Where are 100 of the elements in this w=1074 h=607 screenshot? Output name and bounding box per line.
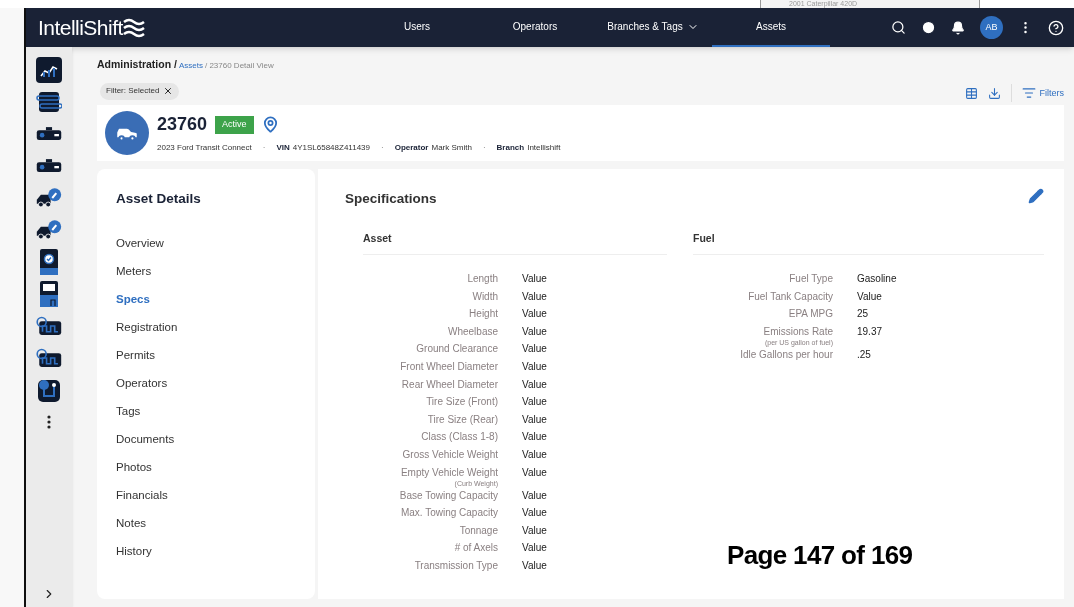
separator-dot: ·: [262, 142, 266, 155]
spec-label: # of Axels: [454, 541, 498, 555]
spec-label: Tonnage: [459, 523, 498, 537]
specifications-title: Specifications: [345, 189, 437, 208]
truck-wrench-icon: [36, 186, 62, 210]
rail-button[interactable]: [36, 89, 62, 115]
spec-value: Value: [522, 272, 547, 285]
dashcam-icon: [36, 125, 62, 143]
field-value: 4Y1SL65848Z411439: [292, 142, 370, 155]
details-nav-item[interactable]: History: [116, 543, 315, 560]
spec-value: Value: [857, 289, 882, 303]
sensor-icon: [36, 346, 62, 370]
logo-text: IntelliShift: [38, 14, 123, 41]
spec-value: Value: [522, 447, 547, 461]
spec-label: Empty Vehicle Weight: [400, 465, 498, 479]
breadcrumb-link[interactable]: Assets: [178, 60, 203, 72]
nav-tab[interactable]: Branches & Tags: [594, 8, 712, 47]
dashcam-icon: [36, 157, 62, 175]
field-label: Branch: [496, 142, 525, 155]
details-nav-item[interactable]: Notes: [116, 515, 315, 532]
spec-label: Tire Size (Front): [426, 395, 498, 409]
device-icon: [39, 280, 59, 308]
details-nav-item[interactable]: Operators: [116, 375, 315, 392]
spec-label: Front Wheel Diameter: [400, 359, 498, 373]
details-nav-item[interactable]: Registration: [116, 319, 315, 336]
details-nav-item[interactable]: Tags: [116, 403, 315, 420]
nav-tab[interactable]: Users: [358, 8, 476, 47]
spec-value: Value: [522, 359, 547, 373]
spec-value: Value: [522, 412, 547, 426]
search-icon[interactable]: [891, 20, 906, 35]
spec-label: Ground Clearance: [416, 342, 498, 356]
details-nav-title: Asset Details: [116, 189, 202, 208]
spec-value: 19.37: [857, 324, 883, 338]
spec-label: Fuel Type: [789, 272, 833, 285]
section-title: Asset: [363, 232, 392, 244]
breadcrumb-current: / 23760 Detail View: [204, 60, 274, 72]
page-number: Page 147 of 169: [727, 539, 913, 572]
separator-dot: ·: [482, 142, 486, 155]
route-icon: [36, 377, 62, 403]
spec-value: .25: [857, 347, 871, 361]
filter-icon: [1021, 86, 1036, 101]
tablet-check-icon: [39, 248, 59, 276]
spec-value: Value: [522, 307, 547, 321]
edit-icon[interactable]: [1028, 187, 1044, 204]
rail-button[interactable]: [36, 377, 62, 403]
spec-label: Transmission Type: [414, 558, 498, 572]
spec-label: Tire Size (Rear): [427, 412, 498, 426]
spec-value: 25: [857, 307, 869, 321]
separator-dot: ·: [381, 142, 384, 155]
status-badge: Active: [215, 116, 254, 134]
nav-tab[interactable]: Operators: [476, 8, 594, 47]
more-icon: [47, 415, 51, 429]
spec-label: Fuel Tank Capacity: [748, 289, 833, 303]
spec-value: Value: [522, 558, 547, 572]
spec-label: Max. Towing Capacity: [400, 506, 498, 520]
table-icon[interactable]: [964, 86, 978, 100]
rail-button[interactable]: [36, 57, 62, 83]
details-nav-item[interactable]: Financials: [116, 487, 315, 504]
download-icon[interactable]: [987, 86, 1001, 100]
spec-value: Value: [522, 289, 547, 303]
details-nav-item[interactable]: Permits: [116, 347, 315, 364]
spec-label: Width: [472, 289, 498, 303]
sensor-icon: [36, 314, 62, 338]
details-nav-item[interactable]: Specs: [116, 291, 315, 308]
help-icon[interactable]: [1048, 19, 1064, 36]
spec-value: Value: [522, 506, 547, 520]
spec-value: Value: [522, 488, 547, 502]
rail-button[interactable]: [36, 185, 62, 211]
filter-chip-label: Filter: Selected: [106, 85, 160, 98]
filters-button[interactable]: Filters: [1021, 86, 1064, 101]
spec-value: Value: [522, 430, 547, 444]
close-icon[interactable]: [163, 86, 174, 97]
details-nav-item[interactable]: Documents: [116, 431, 315, 448]
spec-label: Height: [469, 307, 498, 321]
spec-label: Base Towing Capacity: [399, 488, 498, 502]
sliders-icon: [36, 90, 62, 114]
spec-label: Gross Vehicle Weight: [402, 447, 498, 461]
user-avatar[interactable]: AB: [980, 16, 1003, 39]
spec-label: Wheelbase: [447, 324, 498, 338]
details-nav-item[interactable]: Overview: [116, 235, 315, 252]
details-nav-item[interactable]: Meters: [116, 263, 315, 280]
bell-icon[interactable]: [951, 20, 965, 35]
location-pin-icon[interactable]: [261, 116, 279, 134]
spec-label: Emissions Rate: [763, 324, 833, 338]
asset-number: 23760: [157, 113, 208, 137]
rail-button[interactable]: [36, 217, 62, 243]
spec-value: Value: [522, 395, 547, 409]
field-value: Intellishift: [527, 142, 561, 155]
filter-chip[interactable]: Filter: Selected: [100, 82, 180, 100]
truck-wrench-icon: [36, 218, 62, 242]
spec-label: Class (Class 1-8): [421, 430, 498, 444]
breadcrumb-root: Administration /: [97, 57, 177, 72]
spec-value: Value: [522, 523, 547, 537]
nav-tab[interactable]: Assets: [712, 8, 830, 47]
spec-label: Rear Wheel Diameter: [401, 377, 498, 391]
spec-value: Gasoline: [857, 272, 897, 285]
details-nav-item[interactable]: Photos: [116, 459, 315, 476]
spec-label: Idle Gallons per hour: [740, 347, 833, 361]
spec-value: Value: [522, 342, 547, 356]
field-value: Mark Smith: [431, 142, 472, 155]
